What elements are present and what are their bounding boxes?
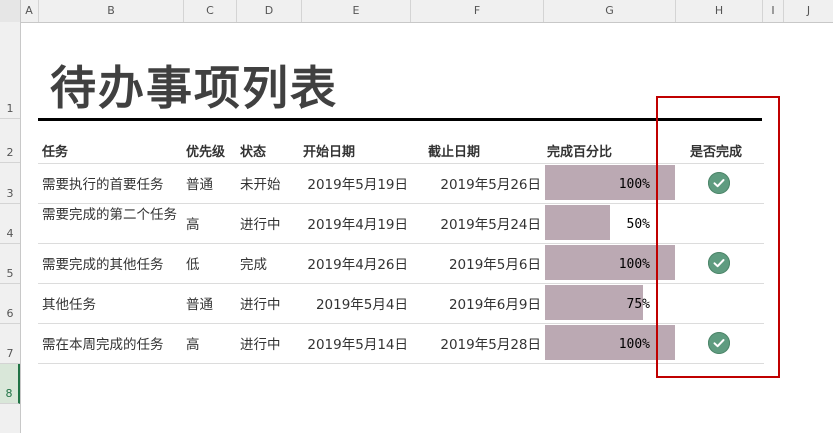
- row-header-3[interactable]: 3: [0, 163, 20, 204]
- percent-label[interactable]: 50%: [540, 217, 650, 232]
- row-header-bar: 1 2 3 4 5 6 7 8: [0, 22, 21, 433]
- task-status[interactable]: 完成: [240, 256, 267, 274]
- task-start-date[interactable]: 2019年4月19日: [302, 216, 408, 234]
- task-end-date[interactable]: 2019年5月6日: [411, 256, 541, 274]
- task-start-date[interactable]: 2019年5月4日: [302, 296, 408, 314]
- row-header-6[interactable]: 6: [0, 284, 20, 324]
- task-priority[interactable]: 低: [186, 256, 200, 274]
- column-header-f[interactable]: F: [411, 0, 544, 22]
- header-percent-complete: 完成百分比: [547, 145, 613, 160]
- percent-label[interactable]: 100%: [540, 337, 650, 352]
- column-header-c[interactable]: C: [184, 0, 237, 22]
- header-end-date: 截止日期: [428, 145, 481, 160]
- row-header-5[interactable]: 5: [0, 244, 20, 284]
- task-priority[interactable]: 普通: [186, 296, 213, 314]
- task-name[interactable]: 需要完成的第二个任务: [42, 206, 182, 224]
- percent-label[interactable]: 100%: [540, 177, 650, 192]
- row-header-7[interactable]: 7: [0, 324, 20, 364]
- page-title: 待办事项列表: [50, 61, 338, 115]
- task-name[interactable]: 需要完成的其他任务: [42, 256, 182, 274]
- header-priority: 优先级: [186, 145, 226, 160]
- task-end-date[interactable]: 2019年5月24日: [411, 216, 541, 234]
- column-header-d[interactable]: D: [237, 0, 302, 22]
- row-header-1[interactable]: 1: [0, 22, 20, 119]
- task-start-date[interactable]: 2019年5月14日: [302, 336, 408, 354]
- task-start-date[interactable]: 2019年4月26日: [302, 256, 408, 274]
- task-status[interactable]: 进行中: [240, 216, 281, 234]
- task-end-date[interactable]: 2019年5月28日: [411, 336, 541, 354]
- percent-label[interactable]: 75%: [540, 297, 650, 312]
- task-status[interactable]: 进行中: [240, 336, 281, 354]
- task-priority[interactable]: 普通: [186, 176, 213, 194]
- column-header-e[interactable]: E: [302, 0, 411, 22]
- percent-label[interactable]: 100%: [540, 257, 650, 272]
- row-header-2[interactable]: 2: [0, 119, 20, 163]
- task-priority[interactable]: 高: [186, 216, 200, 234]
- header-start-date: 开始日期: [303, 145, 356, 160]
- select-all-corner[interactable]: [0, 0, 21, 22]
- title-underline: [38, 118, 762, 121]
- task-start-date[interactable]: 2019年5月19日: [302, 176, 408, 194]
- row-header-4[interactable]: 4: [0, 204, 20, 244]
- task-name[interactable]: 需在本周完成的任务: [42, 336, 182, 354]
- task-status[interactable]: 未开始: [240, 176, 281, 194]
- column-header-bar: A B C D E F G H I J: [0, 0, 833, 23]
- highlight-box: [656, 96, 780, 378]
- row-header-8[interactable]: 8: [0, 364, 20, 404]
- column-header-a[interactable]: A: [20, 0, 39, 22]
- column-header-j[interactable]: J: [784, 0, 833, 22]
- header-task: 任务: [42, 145, 69, 160]
- task-end-date[interactable]: 2019年5月26日: [411, 176, 541, 194]
- column-header-h[interactable]: H: [676, 0, 763, 22]
- task-name[interactable]: 其他任务: [42, 296, 182, 314]
- column-header-b[interactable]: B: [39, 0, 184, 22]
- column-header-i[interactable]: I: [763, 0, 784, 22]
- task-priority[interactable]: 高: [186, 336, 200, 354]
- task-name[interactable]: 需要执行的首要任务: [42, 176, 182, 194]
- column-header-g[interactable]: G: [544, 0, 676, 22]
- task-status[interactable]: 进行中: [240, 296, 281, 314]
- header-status: 状态: [240, 145, 267, 160]
- task-end-date[interactable]: 2019年6月9日: [411, 296, 541, 314]
